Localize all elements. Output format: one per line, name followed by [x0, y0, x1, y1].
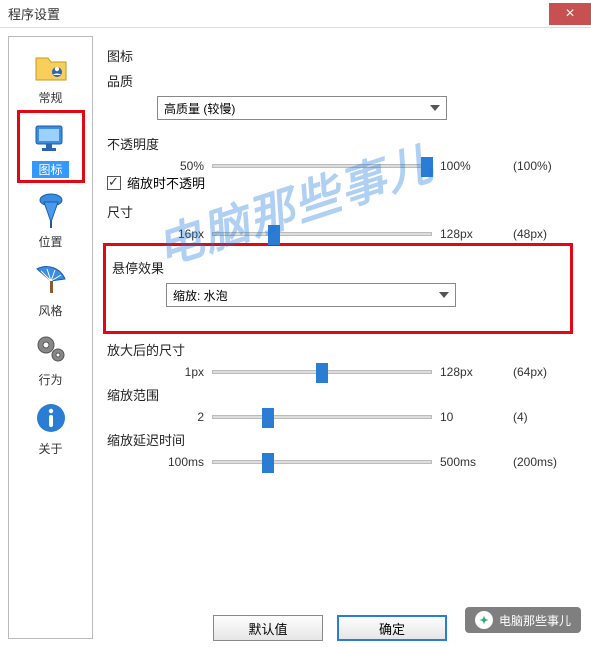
- zoomrange-max: 10: [440, 410, 495, 424]
- enlarged-max: 128px: [440, 365, 495, 379]
- hover-effect-highlight: 悬停效果 缩放: 水泡: [103, 243, 573, 334]
- zoomdelay-value: (200ms): [513, 455, 573, 469]
- hover-label: 悬停效果: [112, 258, 564, 277]
- sidebar-item-behavior[interactable]: 行为: [17, 323, 85, 390]
- wechat-icon: ✦: [475, 611, 493, 629]
- zoomrange-value: (4): [513, 410, 573, 424]
- opacity-value: (100%): [513, 159, 573, 173]
- fan-brush-icon: [31, 260, 71, 300]
- opacity-max: 100%: [440, 159, 495, 173]
- chevron-down-icon: [430, 105, 440, 111]
- size-label: 尺寸: [107, 202, 573, 221]
- section-icon-title: 图标: [107, 46, 573, 65]
- zoomdelay-slider[interactable]: [212, 460, 432, 464]
- sidebar-item-position[interactable]: 位置: [17, 185, 85, 252]
- enlarged-slider[interactable]: [212, 370, 432, 374]
- monitor-icon: [31, 119, 71, 159]
- size-slider[interactable]: [212, 232, 432, 236]
- opacity-min: 50%: [149, 159, 204, 173]
- close-button[interactable]: ×: [549, 3, 591, 25]
- sidebar-label: 常规: [38, 89, 62, 106]
- defaults-button[interactable]: 默认值: [213, 615, 323, 641]
- opacity-slider[interactable]: [212, 164, 432, 168]
- zoomrange-min: 2: [149, 410, 204, 424]
- content: 常规 图标 位置 风格 行为: [0, 28, 591, 647]
- footer-badge-text: 电脑那些事儿: [499, 612, 571, 629]
- size-value: (48px): [513, 227, 573, 241]
- pin-icon: [31, 191, 71, 231]
- enlarged-min: 1px: [149, 365, 204, 379]
- zoomdelay-min: 100ms: [149, 455, 204, 469]
- zoomdelay-label: 缩放延迟时间: [107, 430, 573, 449]
- quality-select-value: 高质量 (较慢): [164, 100, 235, 117]
- zoomrange-label: 缩放范围: [107, 385, 573, 404]
- enlarged-value: (64px): [513, 365, 573, 379]
- sidebar-label: 风格: [38, 302, 62, 319]
- sidebar-item-icons[interactable]: 图标: [17, 110, 85, 183]
- chevron-down-icon: [439, 292, 449, 298]
- sidebar-label: 行为: [38, 371, 62, 388]
- sidebar: 常规 图标 位置 风格 行为: [8, 36, 93, 639]
- info-icon: [31, 398, 71, 438]
- sidebar-item-style[interactable]: 风格: [17, 254, 85, 321]
- quality-select[interactable]: 高质量 (较慢): [157, 96, 447, 120]
- sidebar-label: 关于: [38, 440, 62, 457]
- hover-select[interactable]: 缩放: 水泡: [166, 283, 456, 307]
- opacity-label: 不透明度: [107, 134, 573, 153]
- sidebar-label: 图标: [32, 161, 68, 178]
- sidebar-item-about[interactable]: 关于: [17, 392, 85, 459]
- titlebar: 程序设置 ×: [0, 0, 591, 28]
- hover-select-value: 缩放: 水泡: [173, 287, 228, 304]
- gears-icon: [31, 329, 71, 369]
- sidebar-label: 位置: [38, 233, 62, 250]
- sidebar-item-general[interactable]: 常规: [17, 41, 85, 108]
- zoomrange-slider[interactable]: [212, 415, 432, 419]
- opaque-on-zoom-label: 缩放时不透明: [127, 173, 205, 192]
- size-max: 128px: [440, 227, 495, 241]
- section-quality-title: 品质: [107, 71, 573, 90]
- zoomdelay-max: 500ms: [440, 455, 495, 469]
- main-panel: 图标 品质 高质量 (较慢) 不透明度 50% 100% (100%) 缩放时不…: [97, 28, 591, 647]
- window-title: 程序设置: [8, 4, 60, 23]
- folder-icon: [31, 47, 71, 87]
- size-min: 16px: [149, 227, 204, 241]
- ok-button[interactable]: 确定: [337, 615, 447, 641]
- opaque-on-zoom-checkbox[interactable]: [107, 176, 121, 190]
- enlarged-label: 放大后的尺寸: [107, 340, 573, 359]
- footer-badge: ✦ 电脑那些事儿: [465, 607, 581, 633]
